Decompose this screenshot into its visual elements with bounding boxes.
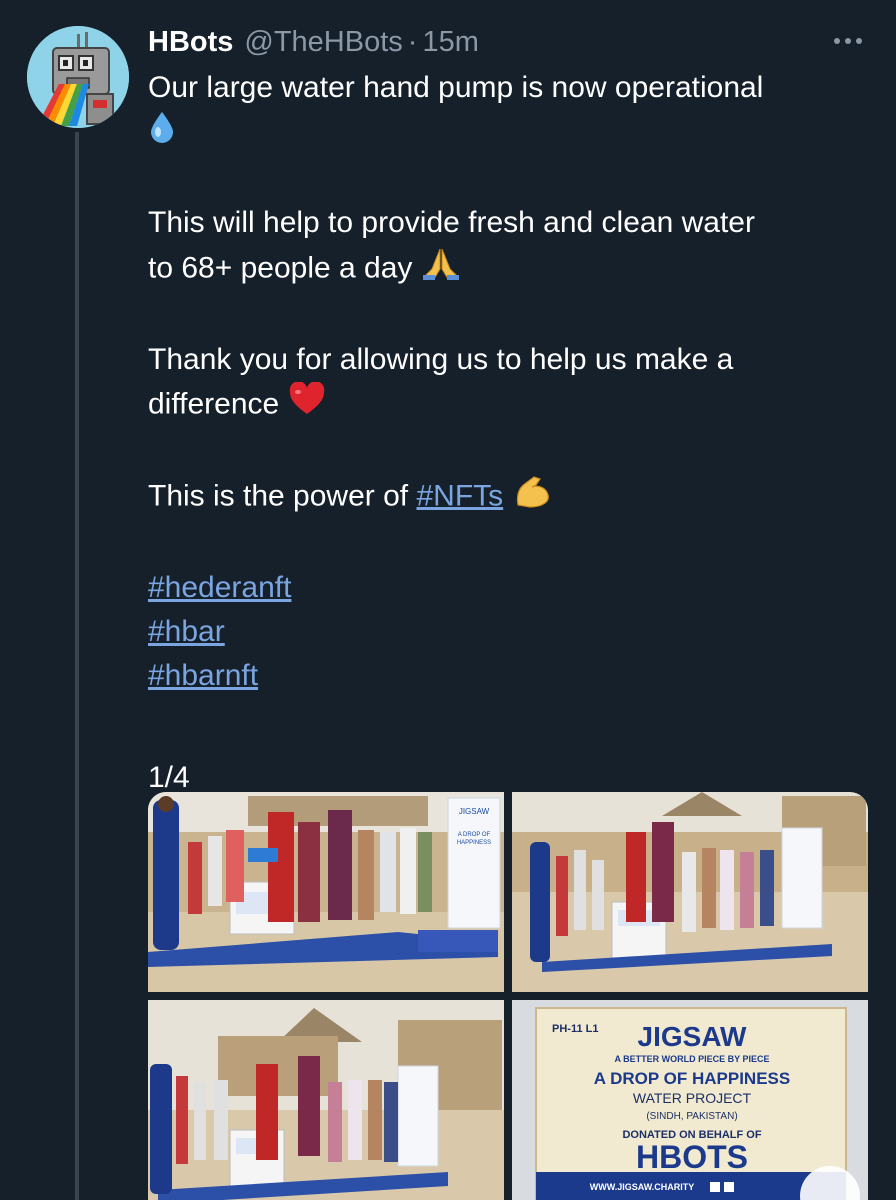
tweet-line-4: This is the power of [148,479,409,513]
red-heart-emoji [288,381,326,429]
droplet-emoji [148,110,176,157]
timestamp[interactable]: 15m [422,26,478,59]
banner-line-1: A DROP OF [458,832,491,838]
separator-dot: · [407,25,418,58]
hashtag-hbarnft-link[interactable]: #hbarnft [148,659,258,692]
banner-line-2: HAPPINESS [457,840,491,846]
hashtag-hederanft-link[interactable]: #hederanft [148,571,291,604]
avatar[interactable] [27,26,129,128]
sign-donor: HBOTS [636,1139,748,1175]
jigsaw-banner: JIGSAW A DROP OF HAPPINESS [447,797,501,929]
photo-1[interactable]: JIGSAW A DROP OF HAPPINESS [148,792,504,992]
hashtag-hbar-link[interactable]: #hbar [148,615,225,648]
flexed-biceps-emoji [512,473,552,522]
tweet-line-1: Our large water hand pump is now operati… [148,71,764,104]
tweet-header: HBots @TheHBots · 15m [148,22,479,62]
tweet-text: Our large water hand pump is now operati… [148,66,868,800]
sign-code: PH-11 L1 [552,1023,598,1035]
tweet-line-3a: Thank you for allowing us to help us mak… [148,343,734,376]
more-options-icon[interactable] [828,26,868,56]
user-handle[interactable]: @TheHBots [244,26,402,59]
media-grid: JIGSAW A DROP OF HAPPINESS PH-11 L1 JIGS… [148,792,868,1200]
tweet-line-2a: This will help to provide fresh and clea… [148,206,755,239]
folded-hands-emoji [421,245,461,294]
hashtag-nfts-link[interactable]: #NFTs [416,479,503,512]
thread-connector-line [75,132,79,1200]
sign-tagline: A BETTER WORLD PIECE BY PIECE [614,1054,769,1064]
photo-3[interactable] [148,1000,504,1200]
photo-2[interactable] [512,792,868,992]
banner-brand: JIGSAW [459,807,490,816]
tweet-line-2b: to 68+ people a day [148,251,413,285]
sign-brand: JIGSAW [638,1021,747,1052]
sign-title: A DROP OF HAPPINESS [594,1069,790,1088]
sign-subtitle: WATER PROJECT [633,1090,752,1106]
sign-location: (SINDH, PAKISTAN) [646,1111,737,1122]
tweet-line-3b: difference [148,387,280,421]
robot-avatar-icon [27,26,129,128]
thread-counter: 1/4 [148,761,190,794]
photo-4-sign[interactable]: PH-11 L1 JIGSAW A BETTER WORLD PIECE BY … [512,1000,868,1200]
sign-website: WWW.JIGSAW.CHARITY [590,1182,695,1192]
display-name[interactable]: HBots [148,26,233,59]
